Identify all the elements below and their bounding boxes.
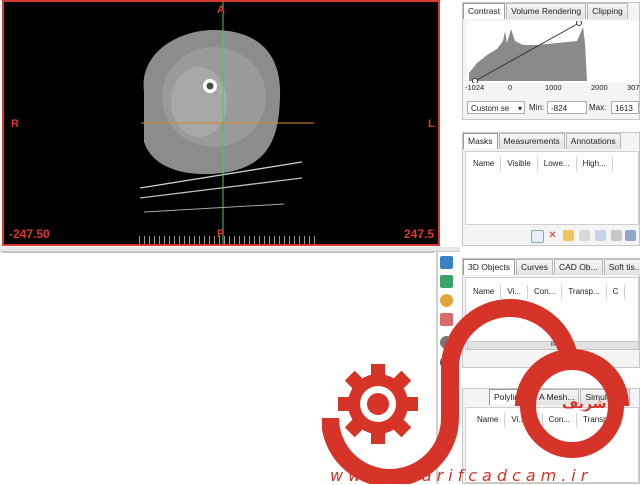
tab-annotations[interactable]: Annotations [565,133,621,149]
max-label: Max: [589,103,607,112]
tab-clipping[interactable]: Clipping [587,3,628,19]
column-header[interactable]: Transp... [577,413,622,427]
new-mask-icon[interactable] [531,230,544,243]
tab-polylines[interactable]: Polylines [489,389,534,405]
tab-mesh[interactable]: A Mesh... [534,389,580,405]
column-header[interactable]: Name [467,157,502,171]
properties-icon[interactable] [625,230,636,241]
column-header[interactable]: Vi... [501,285,528,299]
rotate-icon[interactable] [440,356,453,369]
contrast-tabs: Contrast Volume Rendering Clipping [463,3,629,19]
preset-dropdown[interactable]: Custom se ▾ [467,101,525,114]
duplicate-icon[interactable] [563,230,574,241]
contrast-panel: Contrast Volume Rendering Clipping -1024… [462,2,640,120]
3d-view[interactable] [2,252,434,483]
tab-contrast[interactable]: Contrast [463,3,506,19]
masks-tabs: Masks Measurements Annotations [463,133,622,149]
column-header[interactable]: C [607,285,626,299]
axis-tick: 307 [627,83,640,92]
column-header[interactable]: High... [577,157,613,171]
axis-tick: 1000 [545,83,562,92]
tab-volume-rendering[interactable]: Volume Rendering [506,3,587,19]
column-header[interactable]: Lowe... [538,157,577,171]
objects-tabs: 3D Objects Curves CAD Ob... Soft tis... … [463,259,640,275]
orientation-posterior-label: P [217,228,225,240]
axis-tick: 0 [508,83,513,92]
orientation-left-label: L [428,118,435,130]
paint-icon[interactable] [440,313,453,326]
delete-icon[interactable]: ✕ [547,230,558,241]
tab-simulation[interactable]: Simulation [580,389,631,405]
masks-panel: Masks Measurements Annotations Name Visi… [462,132,640,246]
tab-cad-objects[interactable]: CAD Ob... [553,259,603,275]
objects-columns: Name Vi... Con... Transp... C [467,285,626,299]
column-header[interactable]: Transp... [562,285,607,299]
tab-soft-tissue[interactable]: Soft tis... [603,259,640,275]
masks-columns: Name Visible Lowe... High... [467,157,613,171]
histogram[interactable] [467,21,639,83]
coordinate-right: 247.5 [404,227,435,241]
axis-tick: -1024 [465,83,485,92]
light-icon[interactable] [440,294,453,307]
eye-icon[interactable] [440,336,453,349]
column-header[interactable]: Name [471,413,506,427]
ct-image [139,2,314,244]
edit-icon[interactable] [595,230,606,241]
column-header[interactable]: Con... [543,413,577,427]
tab-curves[interactable]: Curves [516,259,553,275]
column-header[interactable]: Visible [501,157,538,171]
min-input[interactable]: -824 [547,101,587,114]
chevron-down-icon: ▾ [517,104,522,113]
copy-icon[interactable] [579,230,590,241]
histogram-axis: -1024 0 1000 2000 307 [463,83,640,93]
orientation-anterior-label: A [217,4,225,16]
column-header[interactable]: Name [467,285,502,299]
lock-icon[interactable] [611,230,622,241]
coordinate-left: -247.50 [9,227,50,241]
polylines-tabs: Polylines A Mesh... Simulation [489,389,631,405]
column-header[interactable]: Con... [528,285,563,299]
tab-masks[interactable]: Masks [463,133,498,149]
column-header[interactable]: Vi...ble [505,413,543,427]
max-input[interactable]: 1613 [611,101,639,114]
scale-ruler [139,236,319,244]
preset-value: Custom se [471,104,510,113]
objects-panel: 3D Objects Curves CAD Ob... Soft tis... … [462,258,640,368]
view-cube-icon[interactable] [440,256,453,269]
tab-3d-objects[interactable]: 3D Objects [463,259,516,275]
ct-slice-viewport[interactable]: A P R L -247.50 247.5 [2,0,440,246]
3d-object-icon[interactable] [440,275,453,288]
vertical-splitter[interactable] [436,250,438,484]
watermark-url: www.sharifcadcam.ir [330,466,593,485]
orientation-right-label: R [11,118,19,130]
horizontal-scrollbar[interactable]: III [467,341,639,350]
axis-tick: 2000 [591,83,608,92]
polylines-columns: Name Vi...ble Con... Transp... [471,413,622,427]
min-label: Min: [529,103,545,112]
tab-measurements[interactable]: Measurements [498,133,565,149]
